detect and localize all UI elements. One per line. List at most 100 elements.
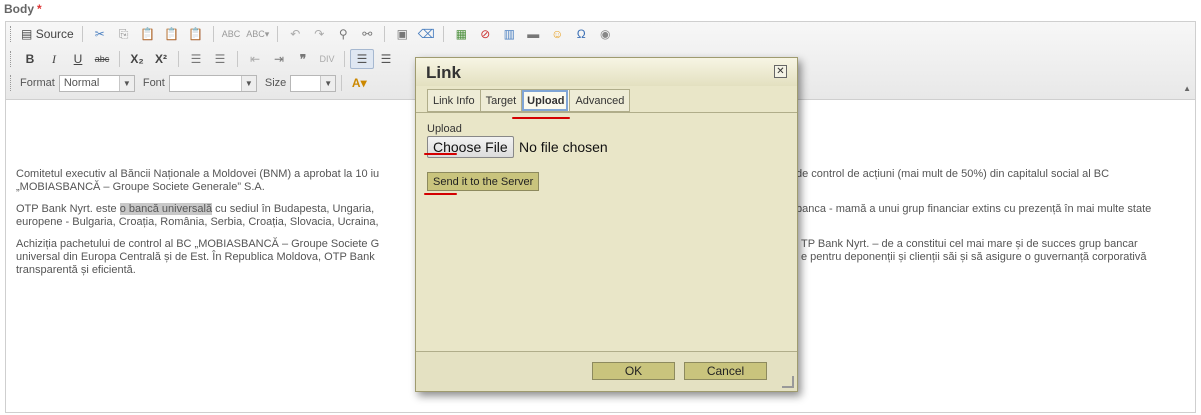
paste-button[interactable]: 📋: [136, 24, 160, 44]
toolbar-separator: [119, 51, 120, 67]
redo-button[interactable]: ↷: [307, 24, 331, 44]
superscript-icon: X²: [155, 52, 167, 66]
text-color-button[interactable]: A▾: [347, 73, 371, 93]
align-left-button[interactable]: ☰: [350, 49, 374, 69]
toolbar-separator: [277, 26, 279, 42]
undo-icon: ↶: [290, 27, 301, 41]
toolbar-row-3: Format Normal ▼ Font ▼ Size ▼ A▾: [10, 73, 371, 93]
strike-button[interactable]: abc: [90, 49, 114, 69]
indent-button[interactable]: ⇥: [267, 49, 291, 69]
format-label: Format: [20, 77, 55, 89]
chevron-down-icon: ▼: [320, 75, 336, 91]
toolbar-grip: [10, 51, 14, 67]
paste-text-button[interactable]: 📋: [160, 24, 184, 44]
copy-button[interactable]: ⎘: [112, 24, 136, 44]
selected-text-highlight: o bancă universală: [119, 203, 213, 215]
size-label: Size: [264, 77, 287, 89]
div-icon: DIV: [319, 54, 335, 64]
horizontal-rule-button[interactable]: ▬: [521, 24, 545, 44]
align-center-icon: ☰: [380, 52, 392, 66]
tab-link-info[interactable]: Link Info: [427, 89, 480, 112]
copy-icon: ⎘: [118, 26, 129, 41]
subscript-icon: X₂: [130, 52, 144, 66]
toolbar-separator: [81, 26, 83, 42]
format-select-value: Normal: [63, 77, 100, 89]
blockquote-button[interactable]: ❞: [291, 49, 315, 69]
remove-format-button[interactable]: ⌫: [414, 24, 438, 44]
cancel-button[interactable]: Cancel: [684, 362, 767, 380]
required-mark: *: [37, 2, 42, 16]
paste-icon: 📋: [140, 27, 156, 41]
superscript-button[interactable]: X²: [149, 49, 173, 69]
toolbar-row-1: ▤ Source ✂ ⎘ 📋 📋 📋 ABC ABC▾ ↶ ↷ ⚲ ⚯ ▣ ⌫ …: [10, 24, 617, 44]
align-center-button[interactable]: ☰: [374, 49, 398, 69]
paragraph-1-line-1a: Comitetul executiv al Băncii Naționale a…: [16, 168, 380, 180]
table-button[interactable]: ▥: [497, 24, 521, 44]
source-button[interactable]: ▤ Source: [18, 24, 77, 44]
replace-button[interactable]: ⚯: [355, 24, 379, 44]
tab-upload[interactable]: Upload: [521, 89, 570, 112]
source-icon: ▤: [21, 27, 33, 41]
find-icon: ⚲: [338, 27, 348, 41]
paragraph-3-line-2a: universal din Europa Centrală și de Est.…: [16, 251, 375, 263]
find-button[interactable]: ⚲: [331, 24, 355, 44]
special-char-icon: Ω: [576, 27, 586, 41]
dialog-header[interactable]: Link ✕: [416, 58, 797, 86]
paragraph-1-line-1b: de control de acțiuni (mai mult de 50%) …: [796, 168, 1110, 180]
paste-word-icon: 📋: [188, 27, 204, 41]
align-left-icon: ☰: [356, 52, 368, 66]
collapse-toolbar-icon[interactable]: ▲: [1183, 84, 1191, 93]
page-break-button[interactable]: ◉: [593, 24, 617, 44]
ok-button[interactable]: OK: [592, 362, 675, 380]
bold-button[interactable]: B: [18, 49, 42, 69]
tab-target[interactable]: Target: [479, 89, 522, 112]
flash-button[interactable]: ⊘: [473, 24, 497, 44]
italic-icon: I: [52, 51, 56, 66]
upload-label: Upload: [427, 123, 462, 135]
spellcheck-icon: ABC: [221, 29, 241, 39]
font-select[interactable]: ▼: [168, 74, 257, 92]
page-break-icon: ◉: [600, 27, 611, 41]
outdent-button[interactable]: ⇤: [243, 49, 267, 69]
dialog-title: Link: [426, 63, 461, 82]
remove-format-icon: ⌫: [417, 27, 435, 41]
subscript-button[interactable]: X₂: [125, 49, 149, 69]
italic-button[interactable]: I: [42, 49, 66, 69]
bold-icon: B: [25, 52, 35, 66]
format-select[interactable]: Normal ▼: [58, 74, 135, 92]
bulleted-list-button[interactable]: ☰: [208, 49, 232, 69]
toolbar-separator: [341, 75, 343, 91]
cut-button[interactable]: ✂: [88, 24, 112, 44]
dialog-tabs: Link Info Target Upload Advanced: [427, 89, 631, 112]
size-select[interactable]: ▼: [290, 74, 337, 92]
resize-handle-icon[interactable]: [782, 376, 794, 388]
smiley-button[interactable]: ☺: [545, 24, 569, 44]
underline-icon: U: [73, 52, 83, 66]
numbered-list-icon: ☰: [190, 52, 202, 66]
underline-button[interactable]: U: [66, 49, 90, 69]
field-label: Body *: [4, 2, 42, 16]
field-label-text: Body: [4, 2, 34, 16]
numbered-list-button[interactable]: ☰: [184, 49, 208, 69]
paragraph-3-line-2b: e pentru deponenții și clienții săi și s…: [801, 251, 1147, 263]
special-char-button[interactable]: Ω: [569, 24, 593, 44]
div-button[interactable]: DIV: [315, 49, 339, 69]
toolbar-grip: [10, 75, 14, 91]
tab-advanced[interactable]: Advanced: [569, 89, 631, 112]
spellcheck-button[interactable]: ABC: [219, 24, 244, 44]
paragraph-3-line-1b: TP Bank Nyrt. – de a constitui cel mai m…: [801, 238, 1138, 250]
undo-button[interactable]: ↶: [283, 24, 307, 44]
spellcheck-menu-button[interactable]: ABC▾: [243, 24, 272, 44]
cut-icon: ✂: [94, 27, 105, 41]
select-all-button[interactable]: ▣: [390, 24, 414, 44]
file-status-text: No file chosen: [519, 139, 608, 155]
dialog-footer: OK Cancel: [416, 351, 797, 391]
outdent-icon: ⇤: [249, 52, 261, 66]
table-icon: ▥: [503, 27, 515, 41]
close-icon[interactable]: ✕: [774, 65, 787, 78]
send-to-server-button[interactable]: Send it to the Server: [427, 172, 540, 191]
image-button[interactable]: ▦: [449, 24, 473, 44]
font-label: Font: [142, 77, 165, 89]
source-label: Source: [35, 27, 74, 41]
paste-word-button[interactable]: 📋: [184, 24, 208, 44]
